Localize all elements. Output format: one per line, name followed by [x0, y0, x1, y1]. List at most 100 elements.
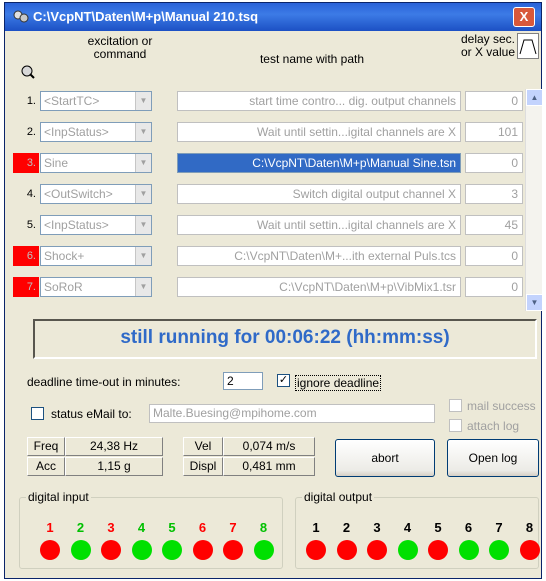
email-label: status eMail to:: [51, 407, 132, 421]
delay-value-field[interactable]: 45: [465, 215, 523, 235]
deadline-input[interactable]: 2: [223, 372, 263, 390]
digital-input-channel-number: 7: [229, 520, 237, 535]
globe-icon[interactable]: [21, 65, 35, 79]
command-value: Shock+: [44, 249, 85, 263]
command-value: <OutSwitch>: [44, 187, 113, 201]
digital-input-group: digital input 1 2 3 4 5 6 7 8: [19, 490, 283, 569]
digital-output-led-icon[interactable]: [519, 540, 540, 560]
table-row[interactable]: 4. <OutSwitch> ▼ Switch digital output chan…: [13, 182, 523, 206]
delay-value-field[interactable]: 101: [465, 122, 523, 142]
digital-input-led-icon: [131, 540, 152, 560]
digital-input-led-icon: [70, 540, 91, 560]
chevron-down-icon[interactable]: ▼: [135, 278, 151, 296]
digital-output-channel-number: 2: [342, 520, 351, 535]
test-path-field[interactable]: Wait until settin...igital channels are …: [177, 215, 461, 235]
mail-success-label: mail success: [467, 399, 536, 413]
delay-value-field[interactable]: 0: [465, 91, 523, 111]
email-checkbox[interactable]: [31, 407, 44, 420]
digital-output-channel-number: 7: [495, 520, 503, 535]
app-icon: [13, 10, 29, 23]
table-row[interactable]: 7. SoRoR ▼ C:\VcpNT\Daten\M+p\VibMix1.tsr 0: [13, 275, 523, 299]
window-title: C:\VcpNT\Daten\M+p\Manual 210.tsq: [33, 9, 259, 24]
row-number: 3.: [13, 153, 39, 173]
test-path-field[interactable]: C:\VcpNT\Daten\M+p\VibMix1.tsr: [177, 277, 461, 297]
close-button[interactable]: X: [513, 7, 535, 27]
digital-input-led-icon: [192, 540, 213, 560]
table-row[interactable]: 6. Shock+ ▼ C:\VcpNT\Daten\M+...ith externa…: [13, 244, 523, 268]
scrollbar[interactable]: ▲ ▼: [525, 89, 543, 311]
delay-value-field[interactable]: 0: [465, 153, 523, 173]
table-row[interactable]: 3. Sine ▼ C:\VcpNT\Daten\M+p\Manual Sine.ts…: [13, 151, 523, 175]
digital-input-channel-number: 5: [168, 520, 176, 535]
command-select[interactable]: Sine ▼: [40, 153, 152, 173]
digital-output-led-icon[interactable]: [336, 540, 357, 560]
mail-success-checkbox[interactable]: [449, 399, 462, 412]
row-number: 1.: [26, 95, 36, 107]
digital-output-channel-number: 1: [312, 520, 320, 535]
scroll-down-icon[interactable]: ▼: [526, 294, 543, 311]
app-window: C:\VcpNT\Daten\M+p\Manual 210.tsq X exci…: [4, 2, 543, 579]
digital-output-led-icon[interactable]: [458, 540, 479, 560]
open-log-button[interactable]: Open log: [447, 439, 539, 477]
table-row[interactable]: 1. <StartTC> ▼ start time contro... dig. ou…: [13, 89, 523, 113]
abort-button[interactable]: abort: [335, 439, 435, 477]
attach-log-checkbox[interactable]: [449, 419, 462, 432]
command-select[interactable]: <InpStatus> ▼: [40, 122, 152, 142]
chevron-down-icon[interactable]: ▼: [135, 123, 151, 141]
table-row[interactable]: 5. <InpStatus> ▼ Wait until settin...igital…: [13, 213, 523, 237]
table-row[interactable]: 2. <InpStatus> ▼ Wait until settin...igital…: [13, 120, 523, 144]
digital-output-led-icon[interactable]: [397, 540, 418, 560]
delay-value-field[interactable]: 3: [465, 184, 523, 204]
ignore-deadline-label: ignore deadline: [295, 375, 382, 391]
command-value: <StartTC>: [44, 94, 100, 108]
scroll-up-icon[interactable]: ▲: [526, 89, 543, 106]
digital-output-led-icon[interactable]: [306, 540, 326, 560]
test-path-field[interactable]: C:\VcpNT\Daten\M+p\Manual Sine.tsn: [177, 153, 461, 173]
graph-button[interactable]: [517, 33, 539, 59]
digital-input-channel-number: 1: [46, 520, 54, 535]
command-value: SoRoR: [44, 280, 83, 294]
command-select[interactable]: SoRoR ▼: [40, 277, 152, 297]
command-select[interactable]: <OutSwitch> ▼: [40, 184, 152, 204]
chevron-down-icon[interactable]: ▼: [135, 247, 151, 265]
excitation-header: excitation or command: [65, 35, 175, 61]
email-input[interactable]: Malte.Buesing@mpihome.com: [149, 404, 435, 423]
digital-output-label: digital output: [302, 490, 375, 504]
digital-output-channel-number: 3: [373, 520, 381, 535]
digital-output-led-icon[interactable]: [428, 540, 448, 560]
digital-input-led-icon: [101, 540, 121, 560]
row-number: 4.: [26, 188, 36, 200]
digital-output-led-icon[interactable]: [489, 540, 509, 560]
status-display: still running for 00:06:22 (hh:mm:ss): [33, 319, 537, 359]
delay-value-field[interactable]: 0: [465, 277, 523, 297]
digital-input-led-icon: [40, 540, 60, 560]
testname-header: test name with path: [259, 52, 365, 66]
command-select[interactable]: <StartTC> ▼: [40, 91, 152, 111]
delay-value-field[interactable]: 0: [465, 246, 523, 266]
row-number: 6.: [13, 246, 39, 266]
delay-header: delay sec. or X value: [453, 33, 515, 59]
test-path-field[interactable]: start time contro... dig. output channel…: [177, 91, 461, 111]
command-select[interactable]: Shock+ ▼: [40, 246, 152, 266]
digital-output-channel-number: 8: [525, 520, 534, 535]
digital-input-channel-number: 4: [137, 520, 146, 535]
digital-input-channel-number: 3: [107, 520, 115, 535]
acc-label: Acc: [27, 457, 65, 476]
displ-label: Displ: [183, 457, 223, 476]
chevron-down-icon[interactable]: ▼: [135, 216, 151, 234]
chevron-down-icon[interactable]: ▼: [135, 92, 151, 110]
chevron-down-icon[interactable]: ▼: [135, 154, 151, 172]
command-select[interactable]: <InpStatus> ▼: [40, 215, 152, 235]
test-path-field[interactable]: Switch digital output channel X: [177, 184, 461, 204]
digital-input-channel-number: 6: [198, 520, 207, 535]
ignore-deadline-checkbox[interactable]: ✓: [277, 374, 290, 387]
digital-output-led-icon[interactable]: [367, 540, 387, 560]
chevron-down-icon[interactable]: ▼: [135, 185, 151, 203]
test-path-field[interactable]: Wait until settin...igital channels are …: [177, 122, 461, 142]
row-number: 5.: [26, 219, 36, 231]
test-path-field[interactable]: C:\VcpNT\Daten\M+...ith external Puls.tc…: [177, 246, 461, 266]
vel-value: 0,074 m/s: [223, 437, 315, 456]
title-bar[interactable]: C:\VcpNT\Daten\M+p\Manual 210.tsq X: [5, 3, 541, 31]
digital-output-channel-number: 4: [403, 520, 412, 535]
vel-label: Vel: [183, 437, 223, 456]
